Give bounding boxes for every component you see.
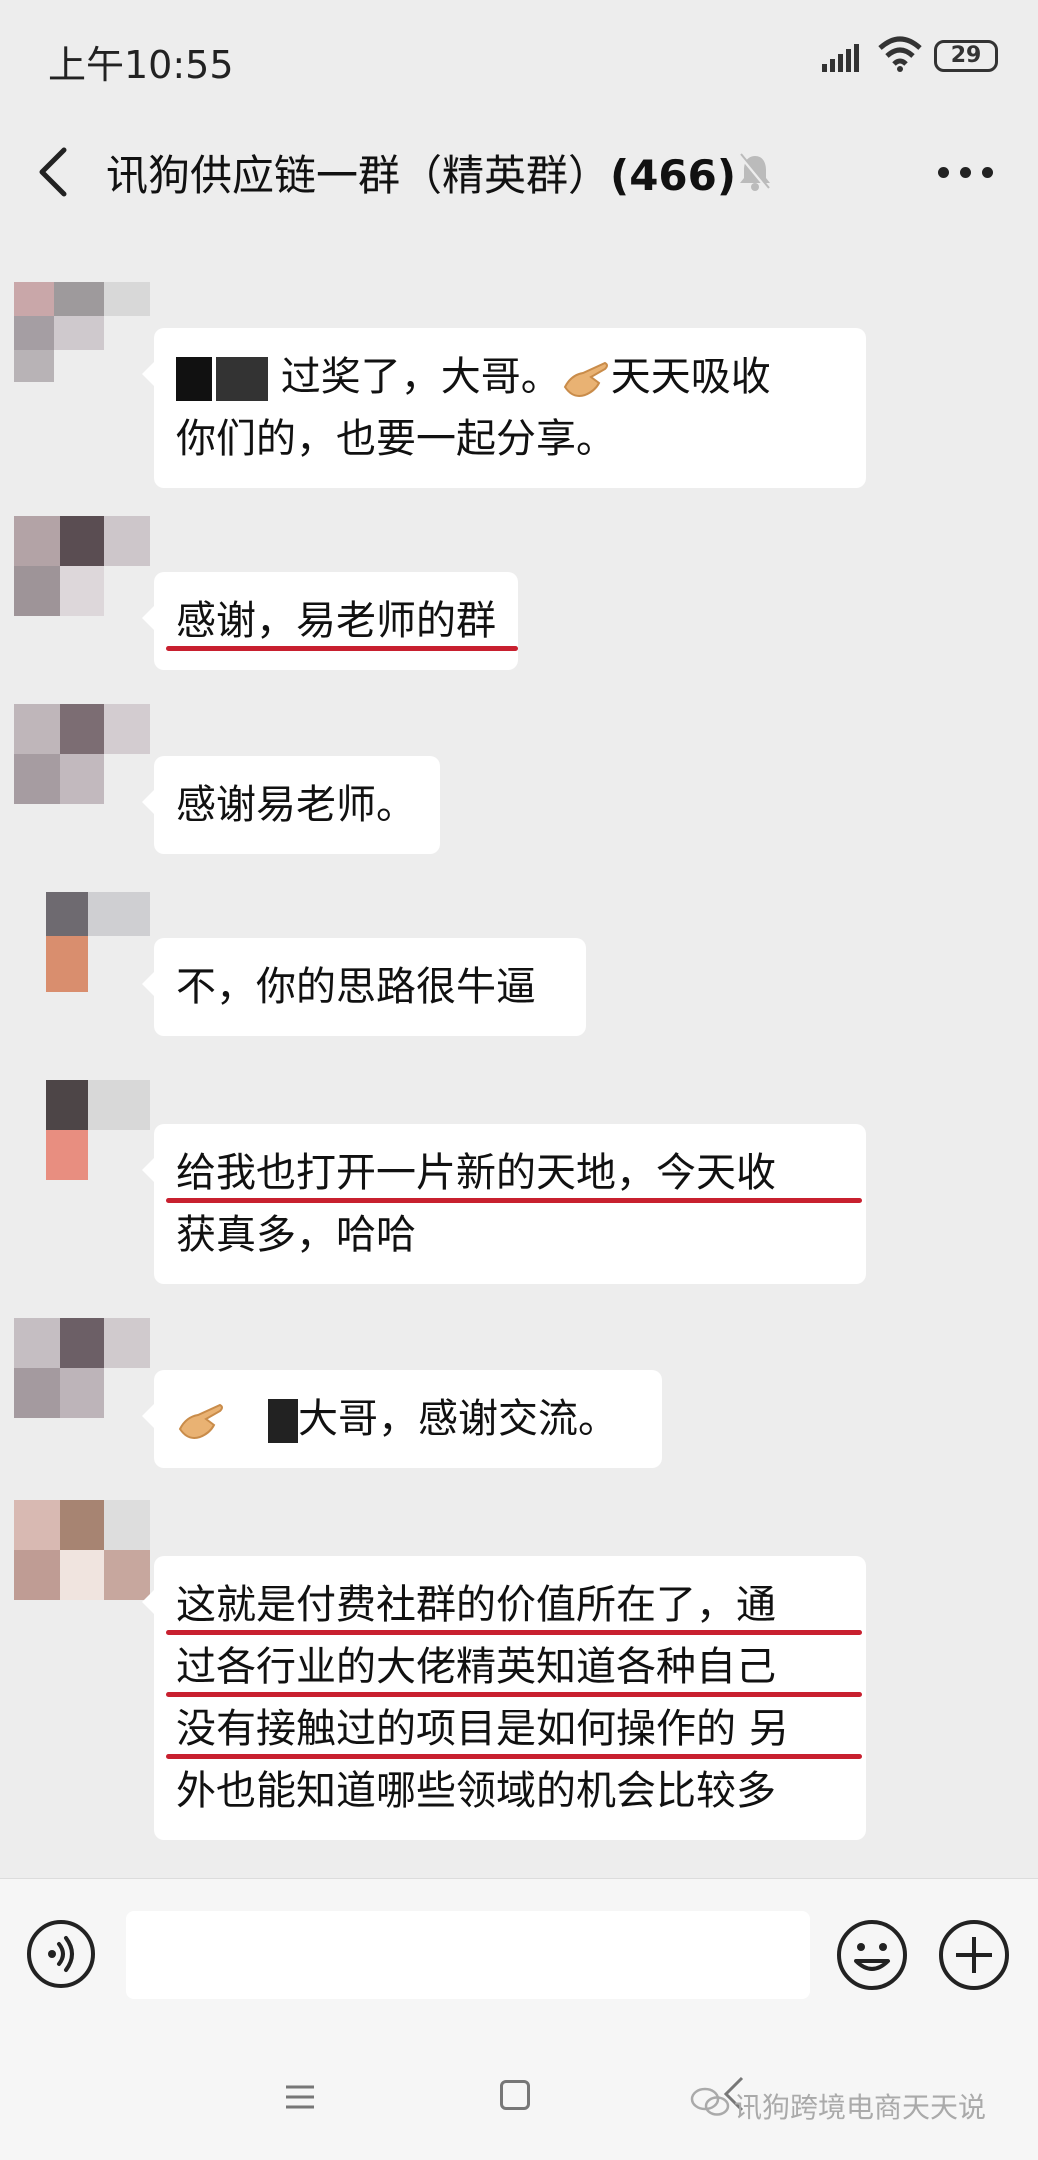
message-line: 没有接触过的项目是如何操作的 另 bbox=[166, 1698, 862, 1760]
chat-input-bar bbox=[0, 1878, 1038, 2029]
avatar bbox=[14, 704, 150, 804]
underline-mark bbox=[166, 1198, 862, 1203]
nav-menu-icon[interactable] bbox=[284, 2084, 316, 2110]
message-line: 过各行业的大佬精英知道各种自己 bbox=[166, 1636, 862, 1698]
mute-bell-icon bbox=[739, 153, 771, 192]
message-line: 外也能知道哪些领域的机会比较多 bbox=[176, 1768, 776, 1814]
status-bar: 上午10:55 29 bbox=[0, 0, 1038, 112]
wifi-icon bbox=[878, 36, 922, 72]
watermark-text: 讯狗跨境电商天天说 bbox=[734, 2091, 987, 2124]
system-nav-bar: 讯狗跨境电商天天说 bbox=[0, 2028, 1038, 2160]
chat-header: 讯狗供应链一群（精英群）(466) bbox=[0, 112, 1038, 230]
message-line: 这就是付费社群的价值所在了，通 bbox=[166, 1574, 862, 1636]
watermark: 讯狗跨境电商天天说 bbox=[690, 2086, 987, 2126]
message-text: 大哥，感谢交流。 bbox=[298, 1396, 618, 1442]
message-line: 获真多，哈哈 bbox=[176, 1212, 416, 1258]
member-count: (466) bbox=[610, 151, 737, 200]
pointing-hand-icon bbox=[563, 361, 608, 397]
battery-icon: 29 bbox=[934, 40, 998, 72]
message-text: 没有接触过的项目是如何操作的 另 bbox=[176, 1706, 789, 1752]
message-line: 不，你的思路很牛逼 bbox=[176, 964, 536, 1010]
message-input[interactable] bbox=[126, 1911, 810, 1999]
underline-mark bbox=[166, 1754, 862, 1759]
message-bubble: 不，你的思路很牛逼 bbox=[142, 938, 586, 1036]
message-bubble: 给我也打开一片新的天地，今天收 获真多，哈哈 bbox=[142, 1124, 866, 1284]
underline-mark bbox=[166, 646, 518, 651]
avatar bbox=[14, 516, 150, 616]
avatar bbox=[14, 1080, 150, 1180]
underline-mark bbox=[166, 1692, 862, 1697]
message-bubble: 这就是付费社群的价值所在了，通 过各行业的大佬精英知道各种自己 没有接触过的项目… bbox=[142, 1556, 866, 1840]
message-text: 给我也打开一片新的天地，今天收 bbox=[176, 1150, 776, 1196]
message-text: 过各行业的大佬精英知道各种自己 bbox=[176, 1644, 776, 1690]
message-line: 感谢易老师。 bbox=[176, 782, 416, 828]
plus-icon[interactable] bbox=[938, 1919, 1010, 1991]
avatar bbox=[14, 1500, 150, 1600]
message-line: 给我也打开一片新的天地，今天收 bbox=[166, 1142, 862, 1204]
message-line: 大哥，感谢交流。 bbox=[176, 1388, 640, 1450]
redacted-name bbox=[176, 357, 212, 401]
message-text: 过奖了，大哥。 bbox=[280, 354, 561, 400]
avatar bbox=[14, 892, 150, 992]
chat-title: 讯狗供应链一群（精英群）(466) bbox=[106, 142, 736, 203]
avatar bbox=[14, 1318, 150, 1418]
message-line: 你们的，也要一起分享。 bbox=[176, 416, 616, 462]
message-bubble: 感谢，易老师的群 bbox=[142, 572, 518, 670]
emoji-icon[interactable] bbox=[836, 1919, 908, 1991]
redacted-name bbox=[216, 357, 268, 401]
underline-mark bbox=[166, 1630, 862, 1635]
pointing-hand-icon bbox=[178, 1403, 223, 1439]
message-bubble: 过奖了，大哥。 天天吸收 你们的，也要一起分享。 bbox=[142, 328, 866, 488]
status-time: 上午10:55 bbox=[48, 43, 234, 87]
back-icon[interactable] bbox=[30, 144, 76, 200]
message-bubble: 感谢易老师。 bbox=[142, 756, 440, 854]
message-text: 这就是付费社群的价值所在了，通 bbox=[176, 1582, 776, 1628]
message-text: 感谢，易老师的群 bbox=[176, 598, 496, 644]
group-name: 讯狗供应链一群（精英群） bbox=[106, 151, 611, 200]
message-bubble: 大哥，感谢交流。 bbox=[142, 1370, 662, 1468]
signal-icon bbox=[822, 44, 859, 72]
avatar bbox=[14, 282, 150, 382]
wechat-logo-icon bbox=[690, 2087, 730, 2116]
nav-home-icon[interactable] bbox=[500, 2080, 530, 2110]
message-text: 天天吸收 bbox=[610, 354, 771, 400]
redacted-name bbox=[268, 1399, 298, 1443]
more-icon[interactable] bbox=[936, 162, 996, 182]
message-line: 感谢，易老师的群 bbox=[166, 590, 518, 652]
voice-icon[interactable] bbox=[26, 1919, 96, 1989]
message-line: 过奖了，大哥。 天天吸收 bbox=[176, 346, 844, 408]
